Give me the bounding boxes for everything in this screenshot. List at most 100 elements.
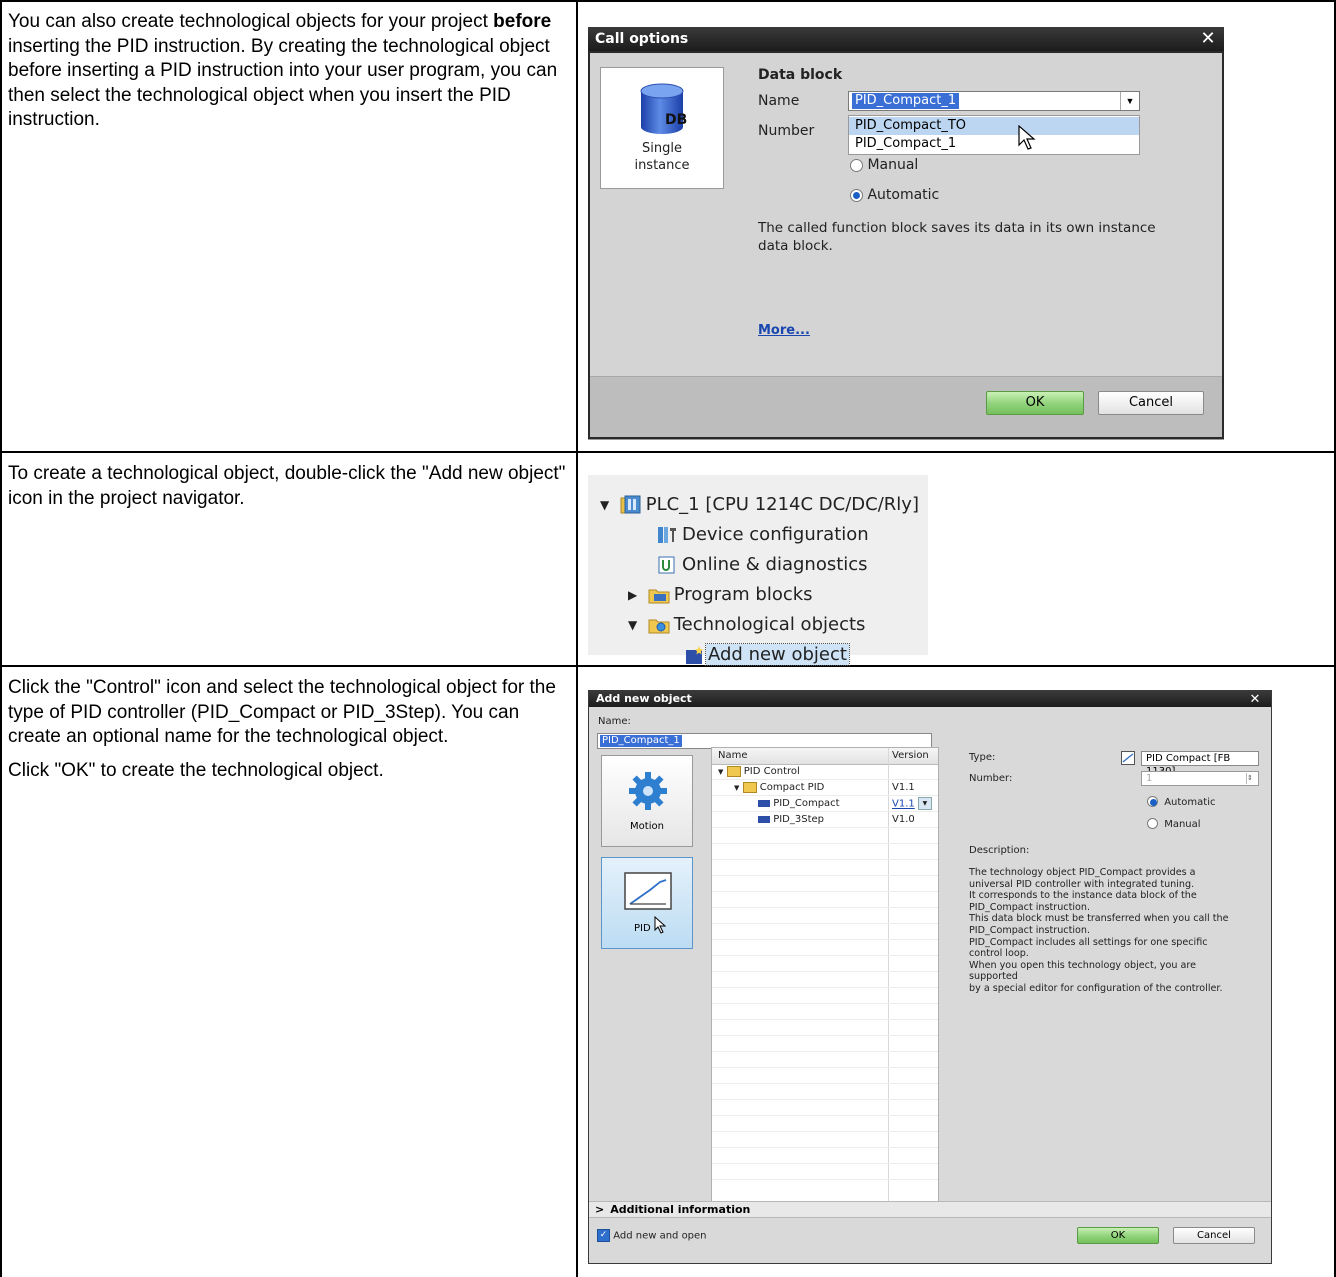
radio-button[interactable] (1147, 796, 1158, 807)
number-label: Number: (969, 773, 1013, 784)
radio-automatic[interactable]: Automatic (1147, 796, 1215, 808)
version-select[interactable]: V1.1 ▼ (892, 797, 932, 812)
row-line (712, 907, 938, 908)
radio-manual[interactable]: Manual (1147, 818, 1201, 830)
ok-button[interactable]: OK (1077, 1227, 1159, 1244)
folder-icon (742, 781, 757, 793)
table-row[interactable]: PID_3Step (758, 813, 824, 827)
table-row-divider-1 (0, 451, 1336, 453)
pid-chart-icon (624, 872, 672, 910)
category-motion[interactable]: Motion (601, 755, 693, 847)
row-line (712, 859, 938, 860)
row-line (712, 779, 938, 780)
row-line (712, 1147, 938, 1148)
chart-type-icon (1121, 751, 1135, 765)
row3-description: Click the "Control" icon and select the … (8, 677, 556, 781)
add-new-object-icon (686, 646, 704, 664)
db-badge: DB (665, 112, 688, 128)
close-icon[interactable]: ✕ (1198, 28, 1218, 48)
tree-item-plc[interactable]: ▼ PLC_1 [CPU 1214C DC/DC/Rly] (600, 491, 919, 519)
program-blocks-icon (648, 589, 670, 604)
number-field[interactable]: 1 ⇕ (1141, 771, 1259, 786)
column-header-name: Name (718, 750, 748, 761)
mouse-cursor-icon (1018, 125, 1036, 150)
radio-button[interactable] (850, 188, 863, 202)
folder-icon (726, 765, 741, 777)
type-field: PID Compact [FB 1130] (1141, 751, 1259, 777)
table-cell-version: V1.0 (892, 814, 915, 825)
row-line (712, 1179, 938, 1180)
dialog-title: Add new object (589, 691, 1271, 707)
technological-objects-icon (648, 619, 670, 634)
table-row[interactable]: PID_Compact (758, 797, 840, 811)
block-icon (758, 799, 770, 807)
tree-item-technological-objects[interactable]: ▼ Technological objects (628, 611, 865, 639)
table-column-divider (576, 0, 578, 1277)
radio-button[interactable] (850, 158, 863, 172)
row-line (712, 1163, 938, 1164)
chevron-right-icon[interactable]: ▶ (628, 581, 642, 609)
chevron-down-icon[interactable]: ▼ (718, 768, 723, 776)
tree-item-program-blocks[interactable]: ▶ Program blocks (628, 581, 813, 609)
single-instance-tile[interactable]: DB Single instance (600, 67, 724, 189)
project-navigator: ▼ PLC_1 [CPU 1214C DC/DC/Rly] Device con… (588, 475, 928, 666)
name-value: PID_Compact_1 (852, 93, 960, 109)
chevron-right-icon[interactable]: > (595, 1203, 604, 1216)
row-line (712, 891, 938, 892)
table-row-divider-2 (0, 665, 1336, 667)
table-border-left (0, 0, 2, 1277)
online-diagnostics-icon (658, 556, 675, 574)
dropdown-item[interactable]: PID_Compact_TO (849, 117, 1139, 135)
chevron-down-icon[interactable]: ▼ (917, 797, 932, 810)
add-new-object-dialog: Add new object ✕ Name: PID_Compact_1 Mot… (588, 690, 1272, 1264)
chevron-down-icon[interactable]: ▼ (628, 611, 642, 639)
device-configuration-icon (658, 527, 676, 543)
table-border-top (0, 0, 1336, 2)
add-new-and-open-checkbox[interactable]: ✓ Add new and open (597, 1229, 707, 1242)
radio-button[interactable] (1147, 818, 1158, 829)
tree-item-add-new-object[interactable]: Add new object (684, 641, 850, 669)
radio-manual[interactable]: Manual (850, 157, 918, 173)
info-text: The called function block saves its data… (758, 220, 1156, 254)
row2-description: To create a technological object, double… (8, 463, 566, 509)
name-label: Name: (598, 716, 631, 727)
mouse-cursor-icon (654, 916, 666, 934)
table-cell-version: V1.1 (892, 782, 915, 793)
chevron-down-icon[interactable]: ▼ (600, 491, 614, 519)
radio-automatic[interactable]: Automatic (850, 187, 939, 203)
cancel-button[interactable]: Cancel (1173, 1227, 1255, 1244)
gear-icon (629, 772, 667, 810)
row-line (712, 987, 938, 988)
name-value: PID_Compact_1 (600, 735, 682, 747)
row-line (712, 1051, 938, 1052)
row-line (712, 971, 938, 972)
tree-item-online-diagnostics[interactable]: Online & diagnostics (656, 551, 868, 579)
row-line (712, 1099, 938, 1100)
type-label: Type: (969, 752, 996, 763)
spinner-icon[interactable]: ⇕ (1246, 773, 1257, 784)
table-row[interactable]: ▼ Compact PID (734, 781, 824, 795)
checkbox-checked-icon[interactable]: ✓ (597, 1229, 610, 1242)
close-icon[interactable]: ✕ (1245, 691, 1265, 707)
row-line (712, 1067, 938, 1068)
name-dropdown-list: PID_Compact_TO PID_Compact_1 (848, 115, 1140, 155)
more-link[interactable]: More... (758, 323, 810, 338)
chevron-down-icon[interactable]: ▼ (1120, 92, 1139, 110)
row-line (712, 827, 938, 828)
row-line (712, 1131, 938, 1132)
details-panel: Type: PID Compact [FB 1130] Number: 1 ⇕ … (961, 747, 1265, 1205)
ok-button[interactable]: OK (986, 391, 1084, 415)
dropdown-item[interactable]: PID_Compact_1 (849, 135, 1139, 153)
tree-item-device-configuration[interactable]: Device configuration (656, 521, 869, 549)
category-pid[interactable]: PID (601, 857, 693, 949)
chevron-down-icon[interactable]: ▼ (734, 784, 739, 792)
name-combobox[interactable]: PID_Compact_1 ▼ (848, 91, 1140, 111)
row-line (712, 795, 938, 796)
tile-label: Single instance (634, 141, 690, 173)
table-row[interactable]: ▼ PID Control (718, 765, 800, 779)
cancel-button[interactable]: Cancel (1098, 391, 1204, 415)
row-line (712, 1083, 938, 1084)
additional-information-bar[interactable]: > Additional information (589, 1201, 1271, 1218)
row-line (712, 1003, 938, 1004)
row1-description: You can also create technological object… (8, 11, 558, 130)
